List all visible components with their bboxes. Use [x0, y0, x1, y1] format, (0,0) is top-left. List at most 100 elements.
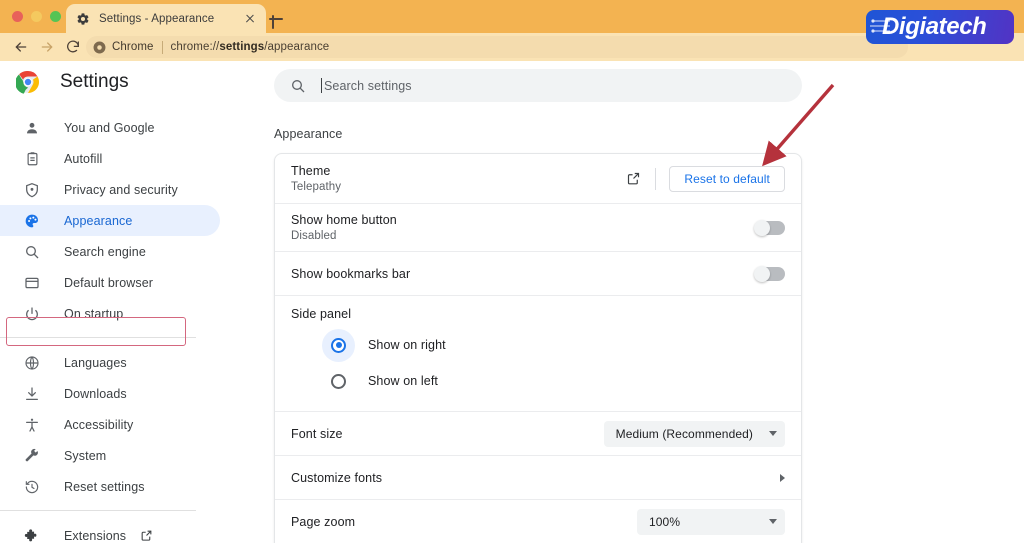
settings-page: Settings You and Google Autofill Privacy: [0, 61, 1024, 543]
sidebar-item-reset-settings[interactable]: Reset settings: [0, 471, 220, 502]
row-sublabel: Telepathy: [291, 181, 342, 193]
new-tab-button[interactable]: [266, 9, 286, 29]
close-icon[interactable]: [241, 10, 258, 27]
sidebar-item-label: Languages: [64, 355, 127, 370]
row-font-size-text: Font size: [291, 427, 604, 441]
row-show-bookmarks-bar[interactable]: Show bookmarks bar: [275, 251, 801, 295]
sidebar-item-default-browser[interactable]: Default browser: [0, 267, 220, 298]
reset-to-default-button[interactable]: Reset to default: [669, 165, 785, 192]
sidebar-item-privacy-and-security[interactable]: Privacy and security: [0, 174, 220, 205]
forward-button[interactable]: [34, 34, 60, 60]
font-size-dropdown[interactable]: Medium (Recommended): [603, 420, 785, 447]
page-title: Settings: [60, 71, 129, 92]
row-label: Show bookmarks bar: [291, 266, 411, 281]
toggle-knob: [754, 219, 770, 236]
home-button-toggle[interactable]: [754, 219, 785, 236]
appearance-settings-card: Theme Telepathy Reset to default Show ho…: [274, 153, 802, 543]
sidebar-item-label: Privacy and security: [64, 182, 178, 197]
chrome-origin-chip: Chrome: [93, 41, 154, 54]
back-button[interactable]: [8, 34, 34, 60]
download-icon: [22, 384, 42, 404]
sidebar-item-languages[interactable]: Languages: [0, 347, 220, 378]
browser-window: Settings - Appearance Chrome chrome://se…: [0, 0, 1024, 543]
sidebar-item-appearance[interactable]: Appearance: [0, 205, 220, 236]
font-size-value: Medium (Recommended): [615, 426, 753, 441]
section-heading: Appearance: [274, 127, 343, 141]
search-icon: [290, 78, 306, 94]
maximize-window-button[interactable]: [50, 11, 61, 22]
url-host: settings: [219, 41, 265, 53]
toggle-knob: [754, 265, 770, 282]
minimize-window-button[interactable]: [31, 11, 42, 22]
gear-icon: [76, 12, 90, 26]
power-icon: [22, 304, 42, 324]
row-theme-text: Theme Telepathy: [291, 164, 620, 193]
search-input[interactable]: Search settings: [274, 69, 802, 102]
sidebar-item-autofill[interactable]: Autofill: [0, 143, 220, 174]
external-link-icon[interactable]: [140, 529, 153, 542]
puzzle-icon: [22, 526, 42, 543]
sidebar-item-label: System: [64, 448, 107, 463]
reload-button[interactable]: [60, 34, 86, 60]
person-icon: [22, 118, 42, 138]
row-home-text: Show home button Disabled: [291, 213, 755, 242]
logo-text: Digiatech: [882, 13, 987, 40]
side-panel-group: Side panel Show on right Show on left: [275, 295, 801, 411]
browser-tab[interactable]: Settings - Appearance: [66, 4, 266, 33]
row-page-zoom-text: Page zoom: [291, 515, 637, 529]
close-window-button[interactable]: [12, 11, 23, 22]
radio-option-show-on-right[interactable]: Show on right: [291, 327, 785, 363]
row-label: Show home button: [291, 213, 397, 227]
sidebar-item-label: On startup: [64, 306, 124, 321]
row-customize-fonts-text: Customize fonts: [291, 471, 780, 485]
row-sublabel: Disabled: [291, 230, 337, 242]
sidebar-item-extensions[interactable]: Extensions: [0, 520, 220, 543]
sidebar-item-system[interactable]: System: [0, 440, 220, 471]
search-icon: [22, 242, 42, 262]
radio-label: Show on right: [368, 338, 446, 352]
sidebar-divider-2: [0, 510, 196, 511]
history-icon: [22, 477, 42, 497]
sidebar-item-label: Accessibility: [64, 417, 134, 432]
radio-option-show-on-left[interactable]: Show on left: [291, 363, 785, 399]
sidebar-item-downloads[interactable]: Downloads: [0, 378, 220, 409]
row-font-size[interactable]: Font size Medium (Recommended): [275, 411, 801, 455]
row-label: Theme: [291, 164, 331, 178]
url-text: chrome://settings/appearance: [171, 41, 330, 53]
chevron-right-icon: [780, 473, 785, 482]
sidebar-item-label: You and Google: [64, 120, 155, 135]
page-zoom-dropdown[interactable]: 100%: [637, 508, 785, 535]
radio-button[interactable]: [331, 337, 346, 353]
chrome-chip-label: Chrome: [112, 41, 154, 53]
palette-icon: [22, 211, 42, 231]
wrench-icon: [22, 446, 42, 466]
sidebar-item-you-and-google[interactable]: You and Google: [0, 112, 220, 143]
clipboard-icon: [22, 149, 42, 169]
address-bar[interactable]: Chrome chrome://settings/appearance: [86, 36, 908, 58]
row-show-home-button[interactable]: Show home button Disabled: [275, 203, 801, 251]
search-placeholder: Search settings: [321, 77, 412, 93]
open-theme-external-link-icon[interactable]: [620, 166, 646, 192]
url-prefix: chrome://: [170, 41, 220, 53]
radio-button[interactable]: [331, 373, 346, 389]
text-caret: [321, 77, 322, 93]
row-label: Font size: [291, 426, 343, 441]
person-arms-icon: [22, 415, 42, 435]
sidebar-item-label: Extensions: [64, 528, 127, 543]
row-theme[interactable]: Theme Telepathy Reset to default: [275, 154, 801, 203]
side-panel-label: Side panel: [291, 307, 352, 321]
sidebar-item-search-engine[interactable]: Search engine: [0, 236, 220, 267]
page-zoom-value: 100%: [649, 514, 681, 529]
sidebar-item-on-startup[interactable]: On startup: [0, 298, 220, 329]
row-label: Page zoom: [291, 514, 356, 529]
row-bookmarks-text: Show bookmarks bar: [291, 267, 755, 281]
url-path: /appearance: [264, 41, 330, 53]
bookmarks-bar-toggle[interactable]: [754, 265, 785, 282]
sidebar-item-accessibility[interactable]: Accessibility: [0, 409, 220, 440]
radio-label: Show on left: [368, 374, 438, 388]
row-customize-fonts[interactable]: Customize fonts: [275, 455, 801, 499]
sidebar-item-label: Default browser: [64, 275, 154, 290]
digiatech-logo: Digiatech: [866, 10, 1014, 44]
row-page-zoom[interactable]: Page zoom 100%: [275, 499, 801, 543]
chrome-logo-icon: [15, 70, 40, 94]
